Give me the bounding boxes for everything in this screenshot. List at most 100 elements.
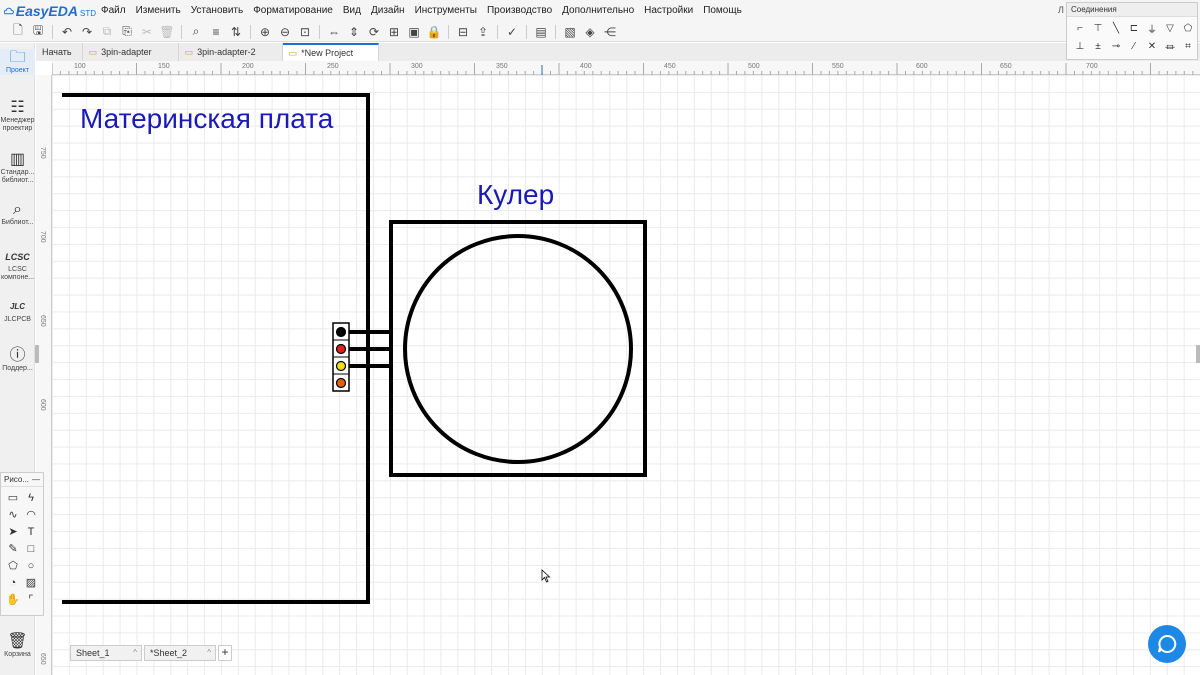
tab-new-project[interactable]: ▭ *New Project	[282, 43, 379, 61]
vcc-icon[interactable]: ⊥	[1071, 37, 1089, 55]
ellipse-icon[interactable]: ○	[22, 557, 40, 574]
no-connect-icon[interactable]: ✕	[1143, 37, 1161, 55]
freehand-icon[interactable]: ✎	[4, 540, 22, 557]
menu-settings[interactable]: Настройки	[639, 0, 698, 22]
panel-collapse-button[interactable]: —	[32, 475, 40, 484]
right-panel-collapse-handle[interactable]	[1196, 345, 1200, 363]
rectangle-icon[interactable]: □	[22, 540, 40, 557]
sheet-menu-caret[interactable]: ^	[133, 646, 137, 660]
tab-start[interactable]: Начать	[36, 43, 83, 61]
pie-icon[interactable]: ◔	[4, 574, 22, 591]
fit-view-icon[interactable]: ⊡	[295, 23, 315, 41]
arc-icon[interactable]: ◠	[22, 506, 40, 523]
sheet-tab-1[interactable]: Sheet_1 ^	[70, 645, 142, 661]
text-icon[interactable]: T	[22, 523, 40, 540]
net-flag-icon[interactable]: ▽	[1161, 19, 1179, 37]
paste-icon[interactable]: ⎘	[117, 23, 137, 41]
save-icon[interactable]: 🖫	[28, 23, 48, 41]
delete-icon[interactable]: 🗑	[157, 23, 177, 41]
connector-pin-red[interactable]	[335, 343, 347, 355]
sidebar-item-standard-library[interactable]: ▥ Стандар... библиот...	[0, 151, 35, 185]
connector-pin-black[interactable]	[335, 326, 347, 338]
sidebar-collapse-handle[interactable]	[35, 345, 39, 363]
zoom-in-icon[interactable]: ⊕	[255, 23, 275, 41]
flip-horizontal-icon[interactable]: ⇔	[324, 23, 344, 41]
menu-place[interactable]: Установить	[186, 0, 249, 22]
menu-tools[interactable]: Инструменты	[410, 0, 482, 22]
redo-icon[interactable]: ↷	[77, 23, 97, 41]
find-icon[interactable]: ⌕	[186, 23, 206, 41]
group-icon[interactable]: ▣	[404, 23, 424, 41]
pin-icon[interactable]: ⊸	[1107, 37, 1125, 55]
ground-flag-icon[interactable]: ⏛	[1161, 37, 1179, 55]
menu-view[interactable]: Вид	[338, 0, 366, 22]
schematic-canvas[interactable]: Материнская плата Кулер	[52, 75, 1200, 675]
rotate-icon[interactable]: ⟳	[364, 23, 384, 41]
drc-check-icon[interactable]: ✓	[502, 23, 522, 41]
wire-icon[interactable]: ⌐	[1071, 19, 1089, 37]
sidebar-item-jlcpcb[interactable]: JLC JLCPCB	[0, 298, 35, 324]
sort-icon[interactable]: ⇅	[226, 23, 246, 41]
motherboard-outline[interactable]	[62, 93, 370, 604]
menu-help[interactable]: Помощь	[698, 0, 747, 22]
sidebar-item-lcsc[interactable]: LCSC LCSC компоне...	[0, 248, 35, 282]
layers-icon[interactable]: ◈	[580, 23, 600, 41]
add-sheet-button[interactable]: +	[218, 645, 232, 661]
bus-icon[interactable]: ⊤	[1089, 19, 1107, 37]
copy-icon[interactable]: ⧉	[97, 23, 117, 41]
chat-support-button[interactable]	[1148, 625, 1186, 663]
share-icon[interactable]: ⋲	[600, 23, 620, 41]
plus5v-icon[interactable]: ±	[1089, 37, 1107, 55]
sidebar-item-project[interactable]: 🗀 Проект	[0, 49, 35, 75]
schematic-icon[interactable]: ⊟	[453, 23, 473, 41]
junction-icon[interactable]: ⌗	[1179, 37, 1197, 55]
motherboard-label[interactable]: Материнская плата	[80, 103, 333, 135]
find-replace-icon[interactable]: ≡	[206, 23, 226, 41]
connector-pin-orange[interactable]	[335, 377, 347, 389]
lightning-icon[interactable]: ϟ	[22, 489, 40, 506]
zoom-out-icon[interactable]: ⊖	[275, 23, 295, 41]
cooler-fan-circle[interactable]	[403, 234, 633, 464]
drawing-panel-title[interactable]: Рисо...	[4, 475, 29, 484]
net-label-icon[interactable]: ⊏	[1125, 19, 1143, 37]
sidebar-item-trash[interactable]: 🗑 Корзина	[0, 633, 35, 659]
ground-icon[interactable]: ⏚	[1143, 19, 1161, 37]
sheet-tab-2[interactable]: *Sheet_2 ^	[144, 645, 216, 661]
bezier-icon[interactable]: ∿	[4, 506, 22, 523]
app-logo[interactable]: EasyEDA STD	[0, 3, 96, 19]
undo-icon[interactable]: ↶	[57, 23, 77, 41]
probe-icon[interactable]: ⁄	[1125, 37, 1143, 55]
sidebar-item-library[interactable]: ⌕ Библиот...	[0, 201, 35, 227]
flip-vertical-icon[interactable]: ⇕	[344, 23, 364, 41]
sidebar-item-design-manager[interactable]: ☷ Менеджер проектир	[0, 99, 35, 133]
cut-icon[interactable]: ✂	[137, 23, 157, 41]
net-port-icon[interactable]: ⬠	[1179, 19, 1197, 37]
menu-advanced[interactable]: Дополнительно	[557, 0, 639, 22]
wiring-panel-title[interactable]: Соединения	[1067, 3, 1197, 17]
menu-format[interactable]: Форматирование	[248, 0, 338, 22]
new-file-icon[interactable]: 🗋	[8, 23, 28, 41]
sheet-menu-caret[interactable]: ^	[207, 646, 211, 660]
arrowhead-icon[interactable]: ➤	[4, 523, 22, 540]
align-icon[interactable]: ⊞	[384, 23, 404, 41]
sidebar-item-support[interactable]: ⓘ Поддер...	[0, 347, 35, 373]
menu-design[interactable]: Дизайн	[366, 0, 410, 22]
image-icon[interactable]: ▧	[560, 23, 580, 41]
convert-pcb-icon[interactable]: ⇪	[473, 23, 493, 41]
cooler-frame[interactable]	[389, 220, 647, 477]
user-name[interactable]: Л	[1058, 5, 1064, 15]
drag-icon[interactable]: ✋	[4, 591, 22, 608]
menu-fabrication[interactable]: Производство	[482, 0, 557, 22]
polyline-box-icon[interactable]: ▭	[4, 489, 22, 506]
polygon-icon[interactable]: ⬠	[4, 557, 22, 574]
lock-icon[interactable]: 🔒	[424, 23, 444, 41]
menu-file[interactable]: Файл	[96, 0, 131, 22]
tab-3pin-adapter[interactable]: ▭ 3pin-adapter	[83, 43, 179, 61]
bus-entry-icon[interactable]: ╲	[1107, 19, 1125, 37]
cooler-label[interactable]: Кулер	[477, 179, 554, 211]
menu-edit[interactable]: Изменить	[131, 0, 186, 22]
connector-pin-yellow[interactable]	[335, 360, 347, 372]
tab-3pin-adapter-2[interactable]: ▭ 3pin-adapter-2	[179, 43, 283, 61]
canvas-origin-icon[interactable]: ⌜	[22, 591, 40, 608]
image-icon[interactable]: ▨	[22, 574, 40, 591]
